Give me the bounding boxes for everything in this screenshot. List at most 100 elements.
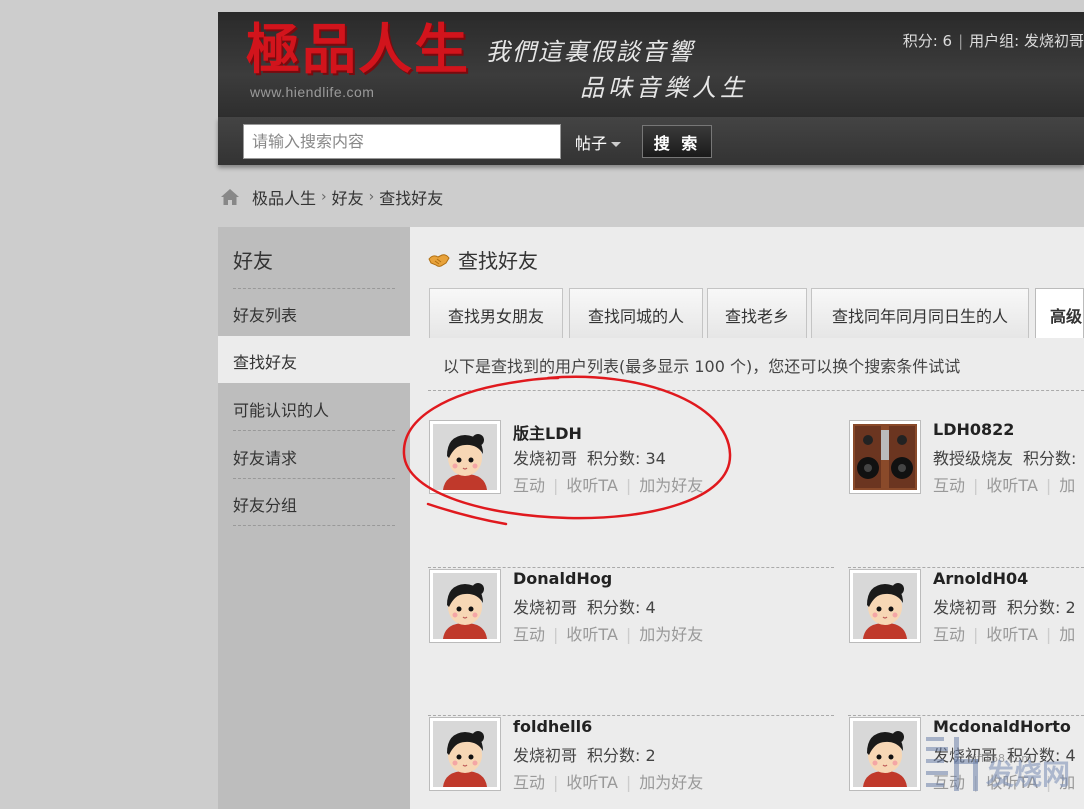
sidebar-item-label: 查找好友 — [233, 353, 298, 372]
user-stats: 发烧初哥 积分数: 4 — [513, 594, 656, 618]
divider — [428, 715, 834, 716]
user-name-link[interactable]: 版主LDH — [513, 420, 582, 444]
user-group: 教授级烧友 — [933, 449, 1014, 468]
handshake-icon — [428, 253, 450, 267]
page-title: 查找好友 — [428, 245, 538, 274]
user-group: 发烧初哥 — [513, 449, 578, 468]
user-group: 发烧初哥 — [513, 746, 578, 765]
site-url: www.hiendlife.com — [250, 84, 375, 100]
tab-hometown[interactable]: 查找老乡 — [707, 288, 807, 338]
interact-link[interactable]: 互动 — [513, 476, 545, 495]
user-group: 发烧初哥 — [513, 598, 578, 617]
search-type-label: 帖子 — [575, 134, 608, 153]
user-card: DonaldHog 发烧初哥 积分数: 4 互动 | 收听TA | 加为好友 — [429, 569, 809, 649]
follow-link[interactable]: 收听TA — [566, 625, 617, 644]
page-title-text: 查找好友 — [458, 249, 538, 273]
slogan-line-1: 我們這裏假談音響 — [486, 38, 694, 66]
user-card: ArnoldH04 发烧初哥 积分数: 2 互动 | 收听TA | 加 — [849, 569, 1084, 649]
add-friend-link[interactable]: 加为好友 — [639, 773, 703, 792]
divider: | — [958, 32, 964, 50]
search-type-dropdown[interactable]: 帖子 — [575, 130, 622, 154]
default-avatar-icon — [433, 721, 497, 787]
breadcrumb-friends[interactable]: 好友 — [332, 185, 364, 209]
breadcrumb-separator: › — [368, 189, 375, 205]
site-logo[interactable]: 極品人生 — [246, 22, 470, 76]
user-name-link[interactable]: ArnoldH04 — [933, 569, 1028, 588]
user-avatar[interactable] — [429, 569, 501, 643]
user-points: 积分数: 34 — [587, 449, 666, 468]
user-card: foldhell6 发烧初哥 积分数: 2 互动 | 收听TA | 加为好友 — [429, 717, 809, 797]
user-avatar[interactable] — [849, 420, 921, 494]
interact-link[interactable]: 互动 — [513, 773, 545, 792]
user-points[interactable]: 积分: 6 — [903, 32, 952, 50]
interact-link[interactable]: 互动 — [933, 476, 965, 495]
tab-advanced[interactable]: 高级 — [1035, 288, 1084, 338]
search-button[interactable]: 搜 索 — [642, 125, 712, 158]
add-friend-link[interactable]: 加为好友 — [639, 625, 703, 644]
user-actions: 互动 | 收听TA | 加为好友 — [513, 476, 704, 495]
user-points: 积分数: 2 — [1007, 598, 1076, 617]
add-friend-link[interactable]: 加 — [1059, 625, 1075, 644]
default-avatar-icon — [433, 424, 497, 490]
user-card: 版主LDH 发烧初哥 积分数: 34 互动 | 收听TA | 加为好友 — [429, 420, 809, 500]
sidebar-item-find-friends[interactable]: 查找好友 — [218, 336, 410, 383]
divider — [428, 390, 1084, 391]
divider — [848, 715, 1084, 716]
home-icon[interactable] — [220, 187, 240, 207]
default-avatar-icon — [433, 573, 497, 639]
speaker-avatar-icon — [853, 424, 917, 490]
user-card: LDH0822 教授级烧友 积分数: 互动 | 收听TA | 加 — [849, 420, 1084, 500]
watermark-text: 发烧网 — [985, 758, 1070, 791]
breadcrumb: 极品人生 › 好友 › 查找好友 — [220, 185, 443, 209]
user-avatar[interactable] — [849, 717, 921, 791]
default-avatar-icon — [853, 573, 917, 639]
user-actions: 互动 | 收听TA | 加为好友 — [513, 773, 704, 792]
default-avatar-icon — [853, 721, 917, 787]
follow-link[interactable]: 收听TA — [566, 476, 617, 495]
follow-link[interactable]: 收听TA — [986, 476, 1037, 495]
user-points: 积分数: 2 — [587, 746, 656, 765]
chevron-down-icon — [611, 142, 622, 147]
follow-link[interactable]: 收听TA — [986, 625, 1037, 644]
interact-link[interactable]: 互动 — [513, 625, 545, 644]
add-friend-link[interactable]: 加 — [1059, 476, 1075, 495]
user-stats: 教授级烧友 积分数: — [933, 445, 1076, 469]
site-header: 極品人生 www.hiendlife.com 我們這裏假談音響 品味音樂人生 积… — [218, 12, 1084, 117]
user-group[interactable]: 用户组: 发烧初哥 — [969, 32, 1084, 50]
sidebar-item-friend-list[interactable]: 好友列表 — [218, 289, 410, 336]
divider — [428, 567, 834, 568]
user-avatar[interactable] — [429, 420, 501, 494]
follow-link[interactable]: 收听TA — [566, 773, 617, 792]
slogan-line-2: 品味音樂人生 — [580, 74, 748, 102]
tab-same-city[interactable]: 查找同城的人 — [569, 288, 703, 338]
tab-find-partner[interactable]: 查找男女朋友 — [429, 288, 563, 338]
sidebar-item-may-know[interactable]: 可能认识的人 — [218, 384, 410, 431]
sidebar-item-label: 好友列表 — [233, 306, 298, 325]
search-input[interactable] — [243, 124, 561, 159]
sidebar-item-friend-groups[interactable]: 好友分组 — [218, 479, 410, 526]
sidebar-item-friend-requests[interactable]: 好友请求 — [218, 432, 410, 479]
user-actions: 互动|收听TA|加 — [933, 476, 1076, 495]
sidebar-item-label: 好友分组 — [233, 496, 298, 515]
tab-same-birthday[interactable]: 查找同年同月同日生的人 — [811, 288, 1029, 338]
user-group: 发烧初哥 — [933, 598, 998, 617]
breadcrumb-home[interactable]: 极品人生 — [252, 185, 316, 209]
user-name-link[interactable]: DonaldHog — [513, 569, 612, 588]
user-stats: 发烧初哥 积分数: 2 — [933, 594, 1076, 618]
user-points: 积分数: — [1023, 449, 1077, 468]
breadcrumb-current[interactable]: 查找好友 — [379, 185, 443, 209]
user-actions: 互动|收听TA|加 — [933, 625, 1076, 644]
breadcrumb-separator: › — [321, 189, 327, 205]
user-actions: 互动 | 收听TA | 加为好友 — [513, 625, 704, 644]
results-notice: 以下是查找到的用户列表(最多显示 100 个)，您还可以换个搜索条件试试 — [443, 357, 961, 376]
add-friend-link[interactable]: 加为好友 — [639, 476, 703, 495]
sidebar: 好友 好友列表 查找好友 可能认识的人 好友请求 好友分组 — [218, 227, 410, 809]
user-stats: 发烧初哥 积分数: 2 — [513, 742, 656, 766]
divider — [848, 567, 1084, 568]
user-avatar[interactable] — [849, 569, 921, 643]
search-bar: 帖子 搜 索 — [218, 117, 1084, 165]
user-name-link[interactable]: LDH0822 — [933, 420, 1014, 439]
user-name-link[interactable]: foldhell6 — [513, 717, 592, 736]
interact-link[interactable]: 互动 — [933, 625, 965, 644]
user-avatar[interactable] — [429, 717, 501, 791]
